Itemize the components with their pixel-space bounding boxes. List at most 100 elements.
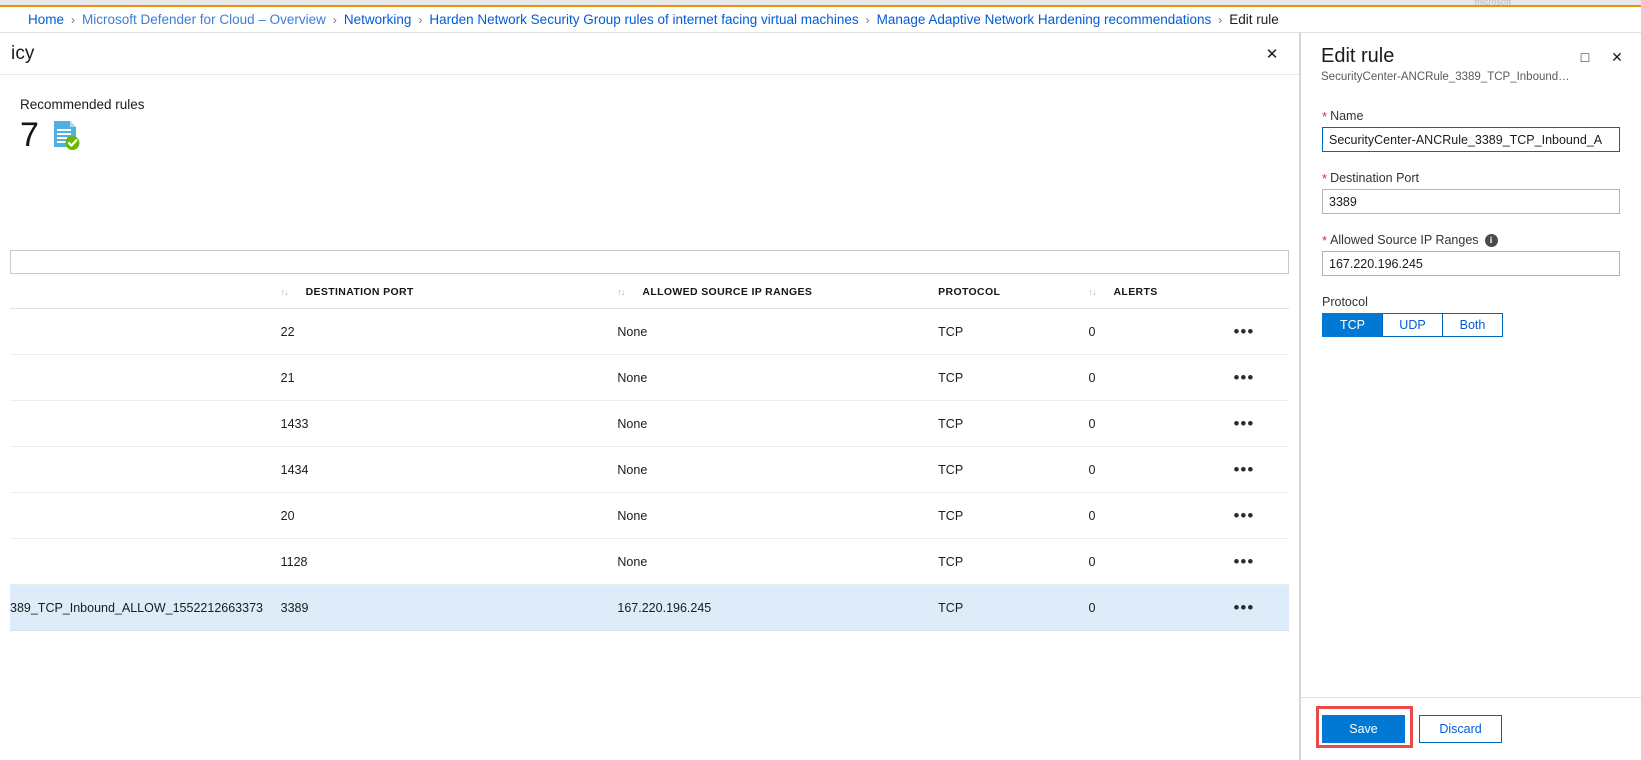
sort-icon[interactable]: ↑↓	[281, 287, 289, 297]
cell-allowed-source-ip: 167.220.196.245	[617, 584, 939, 631]
cell-allowed-source-ip: None	[617, 308, 939, 355]
blade-title: icy	[11, 42, 35, 64]
recommended-rules-label: Recommended rules	[20, 97, 145, 112]
table-row[interactable]: 1433 None TCP 0 •••	[10, 400, 1289, 447]
row-context-menu-icon[interactable]: •••	[1199, 553, 1289, 570]
breadcrumb-item-edit-rule: Edit rule	[1229, 12, 1279, 27]
field-destination-port: * Destination Port	[1322, 171, 1620, 214]
breadcrumb-item-harden-nsg-rules[interactable]: Harden Network Security Group rules of i…	[429, 12, 858, 27]
cell-rule-name: 389_TCP_Inbound_ALLOW_1552212663373	[10, 584, 281, 631]
cell-alerts: 0	[1088, 538, 1199, 585]
required-indicator: *	[1322, 108, 1328, 124]
cell-destination-port: 3389	[280, 584, 618, 631]
panel-footer: Save Discard	[1301, 697, 1641, 760]
column-header-allowed-source-ip-label: ALLOWED SOURCE IP RANGES	[642, 286, 813, 298]
top-bar-ghost-text: microsoft	[1474, 0, 1511, 7]
cell-row-actions: •••	[1198, 492, 1289, 539]
breadcrumb-separator: ›	[1218, 12, 1223, 27]
column-header-alerts[interactable]: ↑↓ ALERTS	[1088, 274, 1199, 309]
table-row[interactable]: 1434 None TCP 0 •••	[10, 446, 1289, 493]
rules-blade: icy ✕ Recommended rules 7 ↑↓ DESTINATION…	[0, 32, 1300, 760]
breadcrumb-item-manage-anh-recommendations[interactable]: Manage Adaptive Network Hardening recomm…	[877, 12, 1212, 27]
table-header: ↑↓ DESTINATION PORT ↑↓ ALLOWED SOURCE IP R…	[10, 274, 1289, 309]
table-row[interactable]: 20 None TCP 0 •••	[10, 492, 1289, 539]
close-icon[interactable]: ✕	[1603, 43, 1631, 71]
grid-filter-bar[interactable]	[10, 250, 1289, 274]
cell-allowed-source-ip: None	[617, 446, 939, 493]
row-context-menu-icon[interactable]: •••	[1199, 369, 1289, 386]
cell-destination-port: 22	[280, 308, 618, 355]
column-header-protocol-label: PROTOCOL	[938, 286, 1001, 298]
row-context-menu-icon[interactable]: •••	[1199, 461, 1289, 478]
top-accent-bar: microsoft	[0, 0, 1641, 7]
destination-port-input[interactable]	[1322, 189, 1620, 214]
table-row[interactable]: 21 None TCP 0 •••	[10, 354, 1289, 401]
field-destination-port-label-text: Destination Port	[1330, 171, 1419, 185]
field-protocol-label-text: Protocol	[1322, 295, 1368, 309]
info-icon[interactable]: i	[1484, 233, 1498, 247]
edit-rule-panel: Edit rule SecurityCenter-ANCRule_3389_TC…	[1300, 32, 1641, 760]
cell-rule-name	[10, 492, 281, 539]
cell-rule-name	[10, 400, 281, 447]
close-icon[interactable]: ✕	[1257, 39, 1287, 69]
cell-allowed-source-ip: None	[617, 492, 939, 539]
cell-alerts: 0	[1088, 446, 1199, 493]
breadcrumb: Home › Microsoft Defender for Cloud – Ov…	[0, 7, 1641, 32]
rules-document-icon	[51, 119, 81, 151]
field-protocol: Protocol TCP UDP Both	[1322, 295, 1620, 337]
allowed-source-ip-input[interactable]	[1322, 251, 1620, 276]
column-header-alerts-label: ALERTS	[1113, 286, 1158, 298]
cell-rule-name	[10, 354, 281, 401]
cell-row-actions: •••	[1198, 354, 1289, 401]
field-destination-port-label: * Destination Port	[1322, 171, 1620, 185]
table-row[interactable]: 389_TCP_Inbound_ALLOW_1552212663373 3389 1…	[10, 584, 1289, 631]
breadcrumb-separator: ›	[332, 12, 337, 27]
column-header-allowed-source-ip[interactable]: ↑↓ ALLOWED SOURCE IP RANGES	[617, 274, 939, 309]
row-context-menu-icon[interactable]: •••	[1199, 507, 1289, 524]
sort-icon[interactable]: ↑↓	[617, 287, 625, 297]
sort-icon[interactable]: ↑↓	[1089, 287, 1097, 297]
cell-rule-name	[10, 538, 281, 585]
discard-button[interactable]: Discard	[1419, 715, 1502, 743]
cell-alerts: 0	[1088, 400, 1199, 447]
column-header-protocol[interactable]: PROTOCOL	[938, 274, 1089, 309]
cell-rule-name	[10, 446, 281, 493]
name-input[interactable]	[1322, 127, 1620, 152]
cell-destination-port: 1128	[280, 538, 618, 585]
field-name-label-text: Name	[1330, 109, 1364, 123]
maximize-icon[interactable]: □	[1571, 43, 1599, 71]
protocol-option-udp[interactable]: UDP	[1382, 313, 1443, 337]
cell-row-actions: •••	[1198, 446, 1289, 493]
row-context-menu-icon[interactable]: •••	[1199, 415, 1289, 432]
row-context-menu-icon[interactable]: •••	[1199, 323, 1289, 340]
cell-row-actions: •••	[1198, 400, 1289, 447]
cell-protocol: TCP	[938, 354, 1089, 401]
cell-alerts: 0	[1088, 354, 1199, 401]
cell-alerts: 0	[1088, 492, 1199, 539]
field-allowed-source-ip: * Allowed Source IP Ranges i	[1322, 233, 1620, 276]
column-header-destination-port[interactable]: ↑↓ DESTINATION PORT	[280, 274, 618, 309]
recommended-rules-table: ↑↓ DESTINATION PORT ↑↓ ALLOWED SOURCE IP R…	[10, 274, 1289, 631]
breadcrumb-item-home[interactable]: Home	[28, 12, 64, 27]
table-row[interactable]: 22 None TCP 0 •••	[10, 308, 1289, 355]
table-body: 22 None TCP 0 ••• 21 None TCP 0 ••• 1433 None TCP 0 ••…	[10, 308, 1289, 631]
cell-protocol: TCP	[938, 308, 1089, 355]
breadcrumb-separator: ›	[865, 12, 870, 27]
protocol-toggle-group: TCP UDP Both	[1322, 313, 1620, 337]
table-row[interactable]: 1128 None TCP 0 •••	[10, 538, 1289, 585]
cell-protocol: TCP	[938, 584, 1089, 631]
recommended-rules-value-row: 7	[20, 118, 1299, 152]
save-button[interactable]: Save	[1322, 715, 1405, 743]
required-indicator: *	[1322, 170, 1328, 186]
protocol-option-both[interactable]: Both	[1442, 313, 1503, 337]
column-header-name[interactable]	[10, 274, 281, 309]
cell-allowed-source-ip: None	[617, 354, 939, 401]
cell-destination-port: 20	[280, 492, 618, 539]
breadcrumb-item-networking[interactable]: Networking	[344, 12, 412, 27]
cell-protocol: TCP	[938, 492, 1089, 539]
field-allowed-source-ip-label-text: Allowed Source IP Ranges	[1330, 233, 1479, 247]
protocol-option-tcp[interactable]: TCP	[1322, 313, 1383, 337]
row-context-menu-icon[interactable]: •••	[1199, 599, 1289, 616]
cell-protocol: TCP	[938, 446, 1089, 493]
breadcrumb-item-defender-overview[interactable]: Microsoft Defender for Cloud – Overview	[82, 12, 326, 27]
